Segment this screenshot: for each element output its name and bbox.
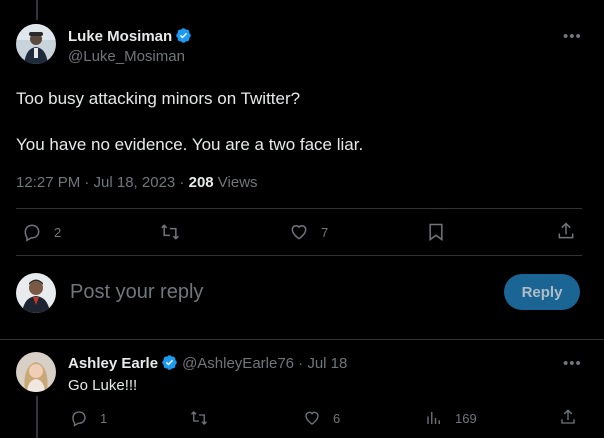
- views-count: 169: [455, 410, 477, 426]
- reply-submit-button[interactable]: Reply: [504, 274, 580, 310]
- divider: [16, 208, 582, 209]
- reply-icon: [72, 411, 86, 427]
- reply-author-handle[interactable]: @AshleyEarle76 · Jul 18: [182, 355, 347, 372]
- avatar-current-user[interactable]: [16, 273, 56, 313]
- more-icon[interactable]: •••: [563, 355, 582, 372]
- tweet-timestamp[interactable]: 12:27 PM · Jul 18, 2023 ·: [16, 174, 189, 191]
- retweet-button[interactable]: [159, 222, 181, 242]
- bookmark-button[interactable]: [427, 222, 445, 242]
- like-icon: [305, 411, 319, 425]
- share-button[interactable]: [559, 408, 577, 426]
- reply-text: Go Luke!!!: [68, 377, 138, 394]
- divider: [16, 255, 582, 256]
- tweet-meta: 12:27 PM · Jul 18, 2023 · 208 Views: [16, 174, 258, 191]
- reply-button[interactable]: 2: [22, 222, 61, 242]
- like-count: 7: [321, 224, 329, 240]
- reply-count: 1: [100, 410, 108, 426]
- like-button[interactable]: 6: [303, 409, 340, 427]
- share-icon: [558, 222, 574, 239]
- reply-submit-label: Reply: [521, 283, 563, 301]
- retweet-icon: [191, 411, 207, 425]
- like-button[interactable]: 7: [289, 222, 328, 242]
- verified-badge-icon: [162, 355, 177, 370]
- retweet-button[interactable]: [189, 409, 209, 427]
- reply-count: 2: [54, 224, 62, 240]
- avatar-ashley[interactable]: [16, 352, 56, 392]
- verified-badge-icon: [176, 28, 191, 43]
- tweet-text-line1: Too busy attacking minors on Twitter?: [16, 89, 301, 108]
- share-button[interactable]: [556, 221, 576, 241]
- retweet-icon: [161, 224, 179, 240]
- author-name[interactable]: Luke Mosiman: [68, 28, 172, 45]
- more-icon[interactable]: •••: [563, 28, 582, 45]
- like-icon: [291, 225, 307, 240]
- reply-icon: [24, 224, 40, 242]
- reply-author-block: Ashley Earle @AshleyEarle76 · Jul 18: [68, 354, 347, 373]
- author-block: Luke Mosiman: [68, 27, 192, 46]
- author-handle[interactable]: @Luke_Mosiman: [68, 48, 185, 65]
- like-count: 6: [333, 410, 341, 426]
- tweet-text-line2: You have no evidence. You are a two face…: [16, 135, 364, 154]
- bookmark-icon: [429, 223, 443, 241]
- reply-input[interactable]: Post your reply: [70, 281, 203, 304]
- reply-button[interactable]: 1: [70, 409, 107, 427]
- views-button[interactable]: 169: [425, 409, 477, 427]
- share-icon: [561, 409, 575, 424]
- divider: [0, 339, 604, 340]
- views-icon: [427, 412, 440, 424]
- views-count: 208: [188, 174, 214, 191]
- avatar-luke[interactable]: [16, 24, 56, 64]
- thread-line: [36, 0, 38, 20]
- reply-author-name[interactable]: Ashley Earle: [68, 355, 158, 372]
- thread-line: [36, 396, 38, 438]
- views-label: Views: [213, 174, 258, 191]
